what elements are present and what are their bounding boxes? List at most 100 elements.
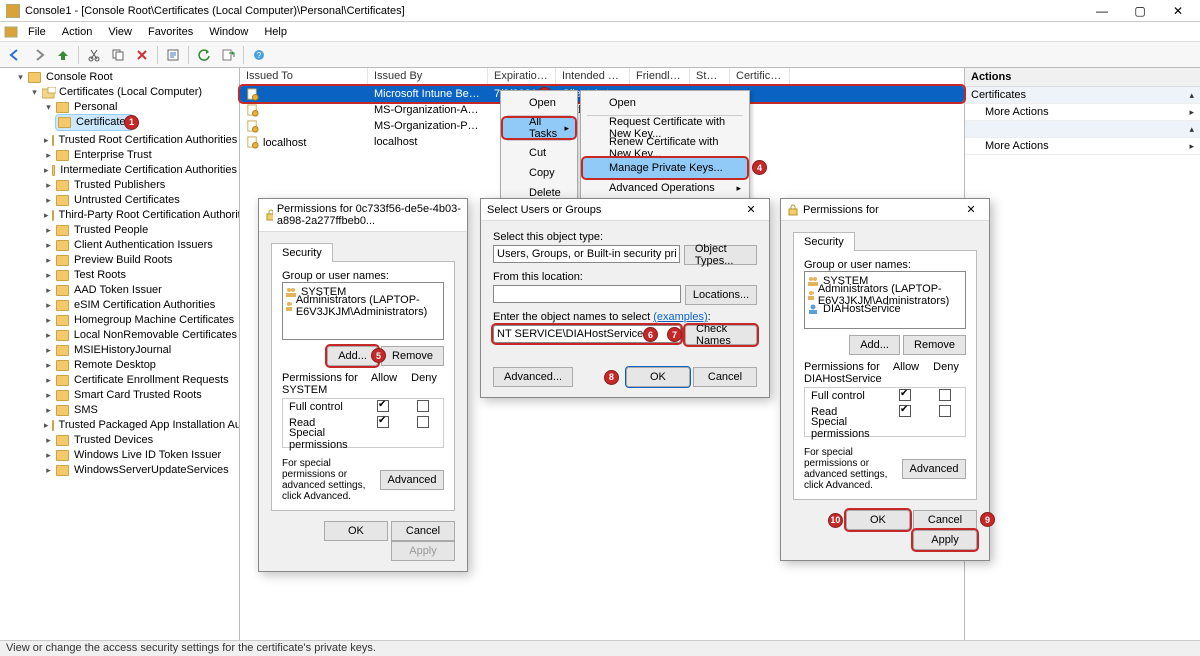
tree-folder[interactable]: ▸Trusted Devices: [42, 433, 239, 448]
close-button[interactable]: ✕: [959, 203, 983, 216]
column-header[interactable]: Friendly Name: [630, 68, 690, 85]
deny-checkbox[interactable]: [417, 400, 429, 412]
cut-icon[interactable]: [83, 44, 105, 66]
menu-view[interactable]: View: [100, 24, 140, 40]
refresh-icon[interactable]: [193, 44, 215, 66]
locations-button[interactable]: Locations...: [685, 285, 757, 305]
deny-checkbox[interactable]: [417, 416, 429, 428]
forward-button[interactable]: [28, 44, 50, 66]
tree-folder[interactable]: ▸Trusted Publishers: [42, 178, 239, 193]
menu-file[interactable]: File: [20, 24, 54, 40]
ok-button[interactable]: OK: [324, 521, 388, 541]
advanced-button[interactable]: Advanced: [902, 459, 966, 479]
column-header[interactable]: Status: [690, 68, 730, 85]
object-types-button[interactable]: Object Types...: [684, 245, 757, 265]
tree-folder[interactable]: ▸Local NonRemovable Certificates: [42, 328, 239, 343]
delete-icon[interactable]: [131, 44, 153, 66]
export-list-icon[interactable]: [217, 44, 239, 66]
window-minimize-button[interactable]: —: [1084, 1, 1120, 21]
security-tab[interactable]: Security: [271, 243, 333, 262]
tree-folder[interactable]: ▸MSIEHistoryJournal: [42, 343, 239, 358]
tree-folder[interactable]: ▸Third-Party Root Certification Authorit…: [42, 208, 239, 223]
object-type-field[interactable]: [493, 245, 680, 263]
ctx2-manage-private-keys[interactable]: Manage Private Keys...: [583, 158, 747, 178]
users-listbox[interactable]: SYSTEM Administrators (LAPTOP-E6V3JKJM\A…: [282, 282, 444, 340]
advanced-button[interactable]: Advanced: [380, 470, 444, 490]
tree-folder[interactable]: ▸Test Roots: [42, 268, 239, 283]
actions-section-2[interactable]: ▴: [965, 121, 1200, 138]
up-button[interactable]: [52, 44, 74, 66]
tree-folder[interactable]: ▸Remote Desktop: [42, 358, 239, 373]
ctx2-request-new-key[interactable]: Request Certificate with New Key...: [583, 118, 747, 138]
cancel-button[interactable]: Cancel: [913, 510, 977, 530]
ctx2-open[interactable]: Open: [583, 93, 747, 113]
ctx2-advanced-ops[interactable]: Advanced Operations: [583, 178, 747, 198]
tree-folder[interactable]: ▸Homegroup Machine Certificates: [42, 313, 239, 328]
column-header[interactable]: Intended Purposes: [556, 68, 630, 85]
deny-checkbox[interactable]: [939, 389, 951, 401]
allow-checkbox[interactable]: [899, 405, 911, 417]
tree-folder[interactable]: ▸WindowsServerUpdateServices: [42, 463, 239, 478]
tree-folder[interactable]: ▸AAD Token Issuer: [42, 283, 239, 298]
mmc-system-menu-icon[interactable]: [4, 26, 20, 38]
more-actions-1[interactable]: More Actions▸: [965, 104, 1200, 121]
add-button[interactable]: Add...: [849, 335, 900, 355]
deny-checkbox[interactable]: [939, 405, 951, 417]
menu-help[interactable]: Help: [256, 24, 295, 40]
menu-action[interactable]: Action: [54, 24, 101, 40]
remove-button[interactable]: Remove: [381, 346, 444, 366]
tree-folder[interactable]: ▸Untrusted Certificates: [42, 193, 239, 208]
remove-button[interactable]: Remove: [903, 335, 966, 355]
advanced-button[interactable]: Advanced...: [493, 367, 573, 387]
copy-icon[interactable]: [107, 44, 129, 66]
ctx-all-tasks[interactable]: All Tasks: [503, 118, 575, 138]
tree-folder[interactable]: ▸Trusted Root Certification Authorities: [42, 133, 239, 148]
ctx-open[interactable]: Open: [503, 93, 575, 113]
tree-folder[interactable]: ▸Client Authentication Issuers: [42, 238, 239, 253]
tree-local-computer[interactable]: ▾ Certificates (Local Computer): [28, 85, 239, 100]
back-button[interactable]: [4, 44, 26, 66]
allow-checkbox[interactable]: [377, 400, 389, 412]
tree-folder[interactable]: ▸Enterprise Trust: [42, 148, 239, 163]
column-header[interactable]: Issued To: [240, 68, 368, 85]
tree-folder[interactable]: ▸SMS: [42, 403, 239, 418]
tree-certificates-selected[interactable]: Certificates: [56, 115, 133, 130]
allow-checkbox[interactable]: [377, 416, 389, 428]
cancel-button[interactable]: Cancel: [391, 521, 455, 541]
tree-folder[interactable]: ▸Trusted Packaged App Installation Autho…: [42, 418, 239, 433]
tree-personal[interactable]: ▾Personal: [42, 100, 239, 115]
ok-button[interactable]: OK: [626, 367, 690, 387]
tree-folder[interactable]: ▸eSIM Certification Authorities: [42, 298, 239, 313]
column-header[interactable]: Expiration Date: [488, 68, 556, 85]
tree-pane[interactable]: ▾Console Root ▾ Certificates (Local Comp…: [0, 68, 240, 640]
properties-icon[interactable]: [162, 44, 184, 66]
tree-folder[interactable]: ▸Trusted People: [42, 223, 239, 238]
column-header[interactable]: Issued By: [368, 68, 488, 85]
tree-console-root[interactable]: ▾Console Root: [14, 70, 239, 85]
menu-favorites[interactable]: Favorites: [140, 24, 201, 40]
examples-link[interactable]: (examples): [653, 311, 707, 323]
tree-folder[interactable]: ▸Intermediate Certification Authorities: [42, 163, 239, 178]
actions-section[interactable]: Certificates▴: [965, 87, 1200, 104]
column-header[interactable]: Certificate Tem...: [730, 68, 790, 85]
close-button[interactable]: ✕: [739, 203, 763, 216]
tree-folder[interactable]: ▸Certificate Enrollment Requests: [42, 373, 239, 388]
check-names-button[interactable]: Check Names: [685, 325, 757, 345]
cancel-button[interactable]: Cancel: [693, 367, 757, 387]
tree-folder[interactable]: ▸Preview Build Roots: [42, 253, 239, 268]
window-close-button[interactable]: ✕: [1160, 1, 1196, 21]
security-tab[interactable]: Security: [793, 232, 855, 251]
tree-folder[interactable]: ▸Windows Live ID Token Issuer: [42, 448, 239, 463]
tree-folder[interactable]: ▸Smart Card Trusted Roots: [42, 388, 239, 403]
apply-button[interactable]: Apply: [913, 530, 977, 550]
help-icon[interactable]: ?: [248, 44, 270, 66]
ctx-cut[interactable]: Cut: [503, 143, 575, 163]
menu-window[interactable]: Window: [201, 24, 256, 40]
window-maximize-button[interactable]: ▢: [1122, 1, 1158, 21]
apply-button[interactable]: Apply: [391, 541, 455, 561]
ctx2-renew-new-key[interactable]: Renew Certificate with New Key...: [583, 138, 747, 158]
users-listbox[interactable]: SYSTEM Administrators (LAPTOP-E6V3JKJM\A…: [804, 271, 966, 329]
more-actions-2[interactable]: More Actions▸: [965, 138, 1200, 155]
ok-button[interactable]: OK: [846, 510, 910, 530]
allow-checkbox[interactable]: [899, 389, 911, 401]
